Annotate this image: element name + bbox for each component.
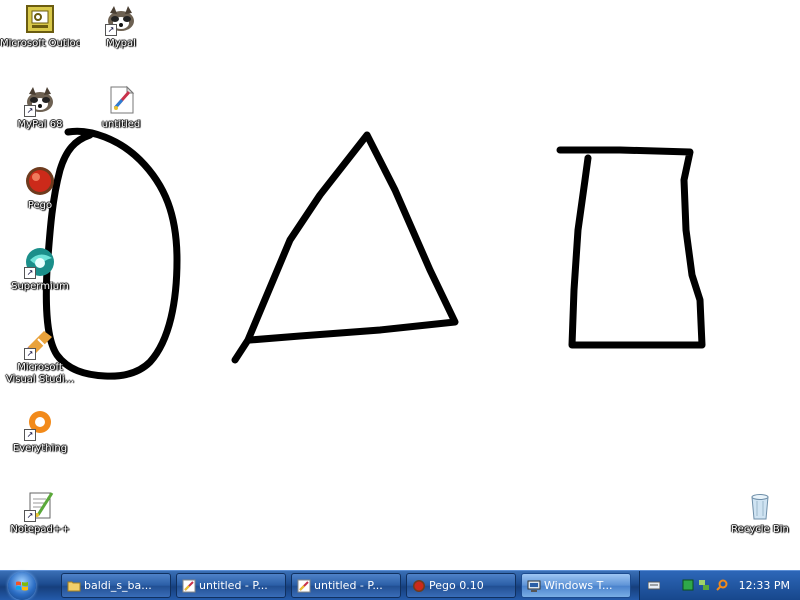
keyboard-icon[interactable]	[648, 579, 660, 591]
shortcut-arrow-icon: ↗	[24, 348, 36, 360]
shortcut-arrow-icon: ↗	[105, 24, 117, 36]
recycle-bin-icon	[744, 489, 776, 521]
desktop-icon-recycle-bin[interactable]: Recycle Bin	[720, 489, 800, 536]
mypal-icon: ↗	[24, 84, 56, 117]
search-icon[interactable]	[716, 579, 728, 591]
windows-logo-icon	[16, 581, 28, 591]
taskbar-button-label: untitled - P...	[314, 579, 383, 592]
desktop-icon-untitled[interactable]: untitled	[81, 84, 161, 131]
taskbar-button-label: Windows T...	[544, 579, 613, 592]
desktop-icon-label: untitled	[101, 119, 141, 130]
pego-icon	[413, 580, 425, 592]
task-manager-icon	[527, 580, 541, 592]
shortcut-arrow-icon: ↗	[24, 510, 36, 522]
desktop-icon-everything[interactable]: ↗ Everything	[0, 408, 80, 455]
mypal-icon: ↗	[105, 3, 137, 36]
taskbar: baldi_s_ba... untitled - P... untitled -…	[0, 570, 800, 600]
system-tray: 12:33 PM	[639, 571, 800, 600]
drawn-triangle	[231, 131, 459, 364]
taskbar-button-explorer[interactable]: baldi_s_ba...	[61, 573, 171, 598]
taskbar-button-task-manager[interactable]: Windows T...	[521, 573, 631, 598]
shortcut-arrow-icon: ↗	[24, 429, 36, 441]
everything-icon: ↗	[24, 408, 56, 441]
desktop-icon-label: Everything	[12, 443, 68, 454]
desktop-icon-pego[interactable]: Pego	[0, 165, 80, 212]
desktop-icon-notepad-plus[interactable]: ↗ Notepad++	[0, 489, 80, 536]
start-button[interactable]	[8, 572, 36, 600]
shortcut-arrow-icon: ↗	[24, 267, 36, 279]
paint-icon	[297, 579, 311, 593]
desktop-icon-visual-studio[interactable]: ↗ Microsoft Visual Studi...	[0, 327, 80, 386]
pego-icon	[24, 165, 56, 197]
drawn-cup	[556, 146, 706, 349]
clock[interactable]: 12:33 PM	[739, 571, 790, 600]
desktop-icon-label: Microsoft Visual Studi...	[5, 362, 75, 385]
desktop-icon-mypal-68[interactable]: ↗ MyPal 68	[0, 84, 80, 131]
desktop-icon-mypal[interactable]: ↗ Mypal	[81, 3, 161, 50]
desktop-icon-label: Recycle Bin	[731, 524, 789, 535]
network-icon[interactable]	[698, 579, 710, 591]
outlook-icon	[24, 3, 56, 35]
taskbar-button-label: untitled - P...	[199, 579, 268, 592]
paint-icon	[182, 579, 196, 593]
desktop-icon-label: Notepad++	[10, 524, 70, 535]
shortcut-arrow-icon: ↗	[24, 105, 36, 117]
desktop-icon-supermium[interactable]: ↗ Supermium	[0, 246, 80, 293]
supermium-icon: ↗	[24, 246, 56, 279]
desktop-icon-label: Microsoft Outlook	[0, 38, 80, 49]
folder-icon	[67, 581, 81, 592]
taskbar-button-paint-2[interactable]: untitled - P...	[291, 573, 401, 598]
paint-icon	[105, 84, 137, 116]
taskbar-button-label: Pego 0.10	[429, 579, 484, 592]
desktop-icon-label: MyPal 68	[17, 119, 63, 130]
taskbar-button-pego[interactable]: Pego 0.10	[406, 573, 516, 598]
desktop-icon-outlook[interactable]: Microsoft Outlook	[0, 3, 80, 50]
desktop-icon-label: Mypal	[106, 38, 136, 49]
battery-icon[interactable]	[682, 579, 694, 591]
desktop-icon-label: Pego	[27, 200, 53, 211]
desktop-icon-label: Supermium	[11, 281, 69, 292]
notepad-plus-icon: ↗	[24, 489, 56, 522]
taskbar-button-paint-1[interactable]: untitled - P...	[176, 573, 286, 598]
visual-studio-icon: ↗	[24, 327, 56, 360]
taskbar-button-label: baldi_s_ba...	[84, 579, 152, 592]
desktop: Microsoft Outlook ↗ Mypal ↗ MyPal 68 unt…	[0, 0, 800, 570]
